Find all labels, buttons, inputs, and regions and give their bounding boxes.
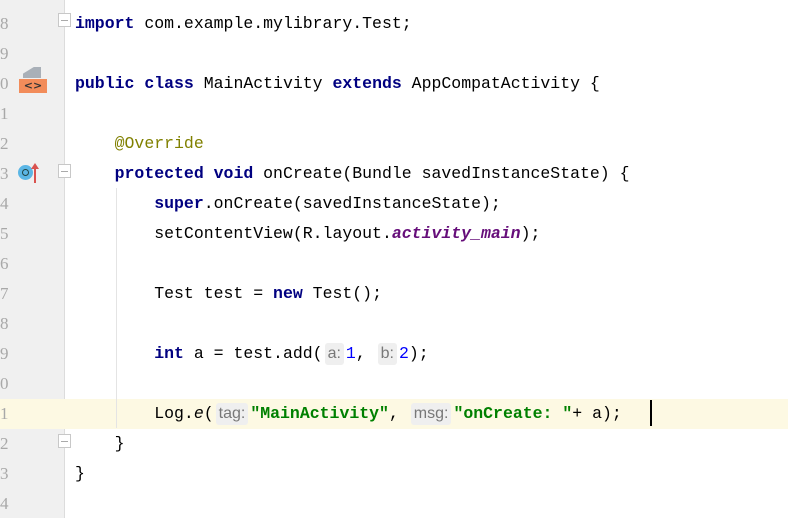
line-number: 2 xyxy=(0,434,9,453)
parameter-hint: msg: xyxy=(410,403,452,425)
code-token: ); xyxy=(408,344,429,363)
code-token: void xyxy=(213,164,254,183)
line-number: 7 xyxy=(0,284,9,303)
code-text[interactable]: super.onCreate(savedInstanceState); xyxy=(75,189,501,219)
line-number: 0 xyxy=(0,374,9,393)
line-number: 6 xyxy=(0,254,9,273)
code-line[interactable]: 3 protected void onCreate(Bundle savedIn… xyxy=(0,159,788,189)
code-line[interactable]: 0 xyxy=(0,369,788,399)
code-token: super xyxy=(154,194,204,213)
text-caret xyxy=(650,400,652,426)
line-number: 9 xyxy=(0,44,9,63)
code-token: Test test = xyxy=(75,284,274,303)
layout-file-icon[interactable]: <> xyxy=(19,67,47,95)
line-number: 9 xyxy=(0,344,9,363)
code-token: "MainActivity" xyxy=(250,404,389,423)
code-line[interactable]: 9 xyxy=(0,39,788,69)
line-number: 0 xyxy=(0,74,9,93)
line-number: 3 xyxy=(0,164,9,183)
code-line[interactable]: 4 super.onCreate(savedInstanceState); xyxy=(0,189,788,219)
parameter-hint: tag: xyxy=(215,403,249,425)
code-token: activity_main xyxy=(391,224,521,243)
code-line[interactable]: 9 int a = test.add(a: 1, b: 2); xyxy=(0,339,788,369)
line-number: 5 xyxy=(0,224,9,243)
code-line[interactable]: 5 setContentView(R.layout.activity_main)… xyxy=(0,219,788,249)
code-text[interactable]: import com.example.mylibrary.Test; xyxy=(75,9,412,39)
code-token: setContentView(R.layout. xyxy=(75,224,392,243)
code-text[interactable]: protected void onCreate(Bundle savedInst… xyxy=(75,159,630,189)
parameter-hint: b: xyxy=(377,343,397,365)
code-line[interactable]: 8 xyxy=(0,309,788,339)
code-token: 2 xyxy=(398,344,409,363)
code-token: import xyxy=(75,14,135,33)
code-token: "onCreate: " xyxy=(453,404,573,423)
code-text[interactable]: } xyxy=(75,429,125,459)
code-token: ( xyxy=(203,404,214,423)
code-token: @Override xyxy=(114,134,204,153)
code-token: new xyxy=(273,284,303,303)
line-number: 1 xyxy=(0,104,9,123)
line-number: 8 xyxy=(0,314,9,333)
code-text[interactable]: @Override xyxy=(75,129,204,159)
indent-guide xyxy=(116,188,117,428)
code-token: , xyxy=(355,344,376,363)
code-token: protected xyxy=(114,164,204,183)
code-line[interactable]: 6 xyxy=(0,249,788,279)
code-token: e xyxy=(193,404,204,423)
code-text[interactable]: setContentView(R.layout.activity_main); xyxy=(75,219,540,249)
code-token: 1 xyxy=(345,344,356,363)
code-line[interactable]: 8 import com.example.mylibrary.Test; xyxy=(0,9,788,39)
code-line[interactable]: 4 xyxy=(0,489,788,519)
code-editor[interactable]: 8 import com.example.mylibrary.Test; 9 0 pub… xyxy=(0,0,788,518)
code-token: } xyxy=(75,434,125,453)
fold-method-end-icon[interactable] xyxy=(58,434,71,448)
code-text[interactable]: int a = test.add(a: 1, b: 2); xyxy=(75,339,429,369)
code-line[interactable]: 1 xyxy=(0,99,788,129)
line-number: 2 xyxy=(0,134,9,153)
code-token: + a); xyxy=(572,404,622,423)
line-number: 8 xyxy=(0,14,9,33)
code-token: int xyxy=(154,344,184,363)
code-text[interactable]: Log.e(tag: "MainActivity", msg: "onCreate:… xyxy=(75,399,622,429)
code-token: class xyxy=(144,74,194,93)
code-token: .onCreate(savedInstanceState); xyxy=(203,194,501,213)
code-text[interactable]: public class MainActivity extends AppCom… xyxy=(75,69,600,99)
code-token: com.example.mylibrary.Test; xyxy=(134,14,412,33)
override-method-icon[interactable] xyxy=(18,163,42,183)
code-line[interactable]: 2 } xyxy=(0,429,788,459)
code-line[interactable]: 1 Log.e(tag: "MainActivity", msg: "onCreat… xyxy=(0,399,788,429)
code-token: Test(); xyxy=(302,284,382,303)
code-token: MainActivity xyxy=(193,74,333,93)
line-number: 4 xyxy=(0,494,9,513)
code-text[interactable]: } xyxy=(75,459,85,489)
line-number: 4 xyxy=(0,194,9,213)
fold-import-icon[interactable] xyxy=(58,13,71,27)
code-token: extends xyxy=(332,74,402,93)
line-number: 1 xyxy=(0,404,9,423)
code-token: public xyxy=(75,74,135,93)
code-token: , xyxy=(388,404,409,423)
code-token: Log. xyxy=(75,404,194,423)
code-token: onCreate(Bundle savedInstanceState) { xyxy=(253,164,630,183)
code-token: AppCompatActivity { xyxy=(401,74,600,93)
code-line[interactable]: 0 public class MainActivity extends AppCo… xyxy=(0,69,788,99)
code-token: ); xyxy=(520,224,541,243)
code-line[interactable]: 3} xyxy=(0,459,788,489)
code-token: a = test.add( xyxy=(183,344,323,363)
code-text[interactable]: Test test = new Test(); xyxy=(75,279,382,309)
code-line[interactable]: 2 @Override xyxy=(0,129,788,159)
code-token: } xyxy=(75,464,85,483)
line-number: 3 xyxy=(0,464,9,483)
code-line[interactable]: 7 Test test = new Test(); xyxy=(0,279,788,309)
fold-method-icon[interactable] xyxy=(58,164,71,178)
parameter-hint: a: xyxy=(324,343,344,365)
